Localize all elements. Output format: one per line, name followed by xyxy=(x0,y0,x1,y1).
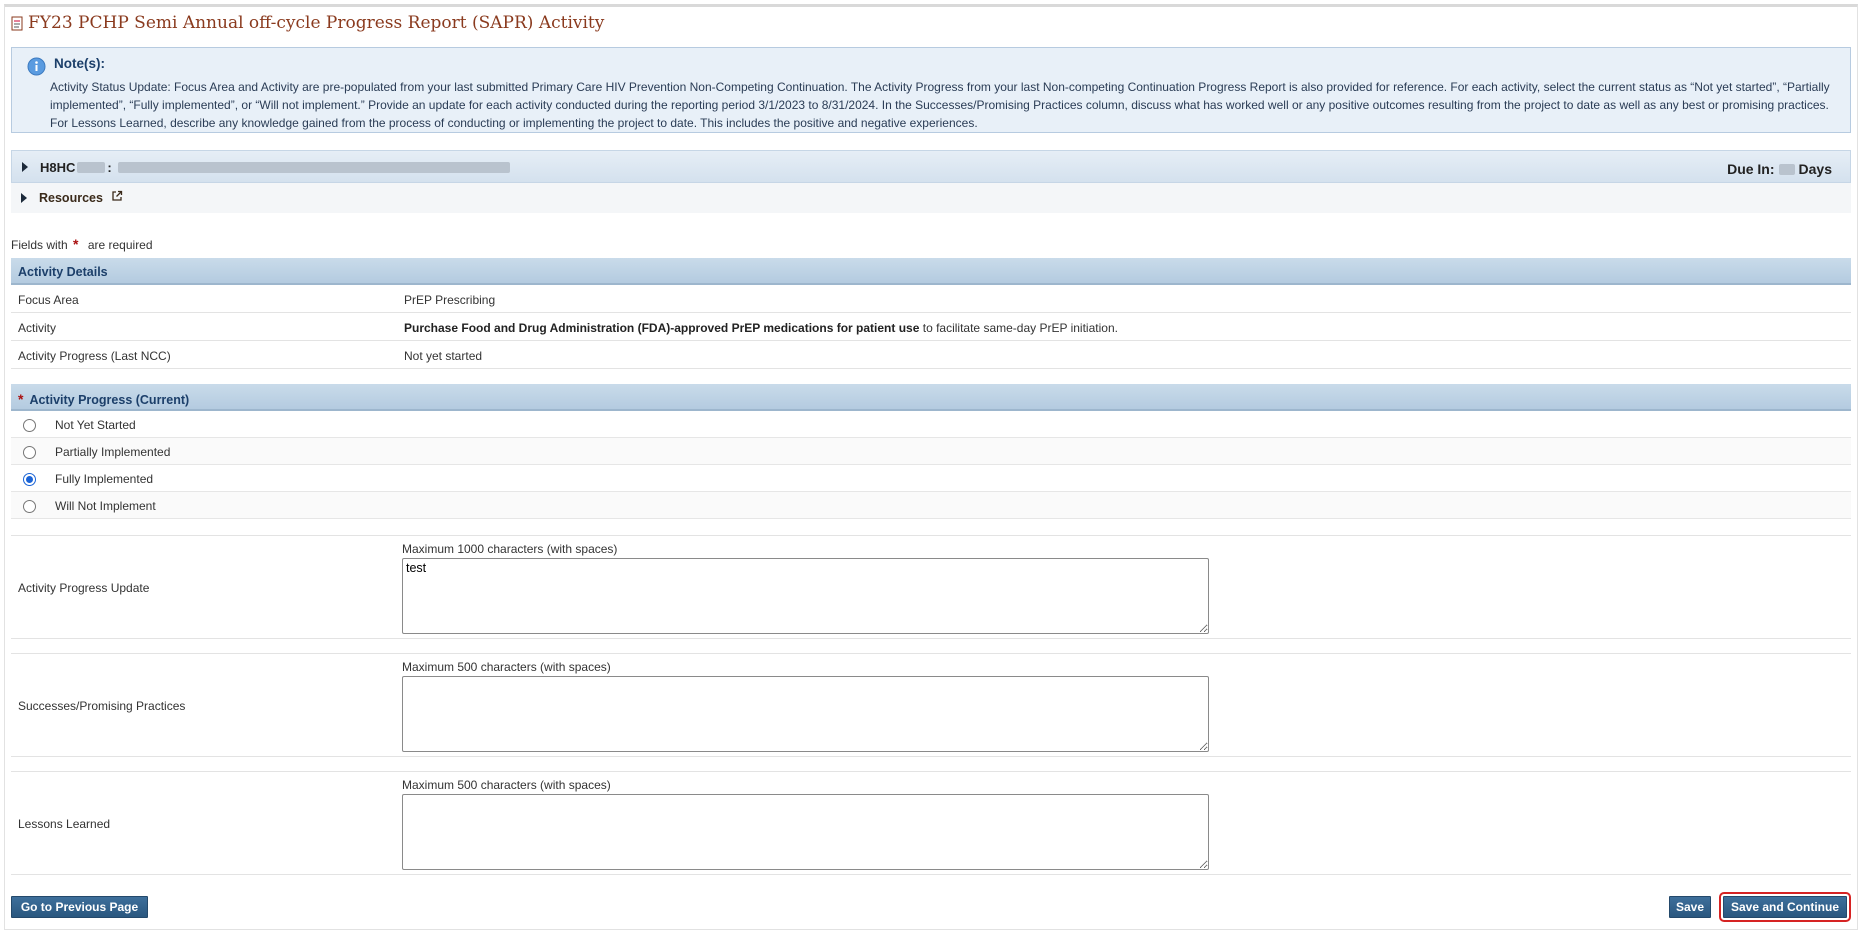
redacted-due-days xyxy=(1778,163,1795,175)
lessons-learned-section: Lessons Learned Maximum 500 characters (… xyxy=(11,771,1851,875)
field-label: Activity Progress Update xyxy=(18,581,150,595)
notes-panel: Note(s): Activity Status Update: Focus A… xyxy=(11,47,1851,133)
save-and-continue-button[interactable]: Save and Continue xyxy=(1719,892,1851,922)
detail-label: Activity Progress (Last NCC) xyxy=(18,349,171,363)
radio-label[interactable]: Partially Implemented xyxy=(55,445,170,459)
activity-progress-heading: * Activity Progress (Current) xyxy=(11,384,1851,411)
field-hint: Maximum 500 characters (with spaces) xyxy=(402,660,611,674)
radio-option-not-yet-started[interactable]: Not Yet Started xyxy=(11,411,1851,438)
grant-id-prefix: H8HC xyxy=(40,160,76,175)
detail-label: Activity xyxy=(18,321,57,335)
due-in-indicator: Due In: Days xyxy=(1727,161,1832,177)
detail-row-focus-area: Focus Area PrEP Prescribing xyxy=(11,285,1851,313)
detail-label: Focus Area xyxy=(18,293,79,307)
detail-value: Purchase Food and Drug Administration (F… xyxy=(404,321,1118,335)
radio-button[interactable] xyxy=(23,419,36,432)
required-note-suffix: are required xyxy=(87,238,153,252)
radio-option-partially-implemented[interactable]: Partially Implemented xyxy=(11,438,1851,465)
expand-caret-icon[interactable] xyxy=(22,162,28,172)
page-title-text: FY23 PCHP Semi Annual off-cycle Progress… xyxy=(28,13,605,33)
grant-header-bar[interactable]: H8HC : Due In: Days xyxy=(11,150,1851,183)
page-title: FY23 PCHP Semi Annual off-cycle Progress… xyxy=(11,11,604,35)
required-star: * xyxy=(73,236,79,252)
notes-title: Note(s): xyxy=(54,56,105,71)
radio-label[interactable]: Will Not Implement xyxy=(55,499,156,513)
activity-name-rest: to facilitate same-day PrEP initiation. xyxy=(919,321,1118,335)
radio-label[interactable]: Fully Implemented xyxy=(55,472,153,486)
resources-link[interactable]: Resources xyxy=(39,191,103,205)
document-icon xyxy=(11,16,23,30)
detail-row-last-ncc: Activity Progress (Last NCC) Not yet sta… xyxy=(11,341,1851,369)
radio-button[interactable] xyxy=(23,500,36,513)
expand-caret-icon[interactable] xyxy=(21,193,27,203)
radio-option-fully-implemented[interactable]: Fully Implemented xyxy=(11,465,1851,492)
required-note-prefix: Fields with xyxy=(11,238,68,252)
resources-bar[interactable]: Resources xyxy=(11,183,1851,213)
field-label: Successes/Promising Practices xyxy=(18,699,186,713)
lessons-learned-textarea[interactable] xyxy=(402,794,1209,870)
activity-details-heading: Activity Details xyxy=(11,258,1851,285)
save-button[interactable]: Save xyxy=(1669,896,1711,918)
activity-details-heading-text: Activity Details xyxy=(18,265,108,279)
detail-row-activity: Activity Purchase Food and Drug Administ… xyxy=(11,313,1851,341)
radio-button-selected[interactable] xyxy=(23,473,36,486)
detail-value: Not yet started xyxy=(404,349,483,363)
grant-identifier: H8HC : xyxy=(40,160,510,175)
radio-option-will-not-implement[interactable]: Will Not Implement xyxy=(11,492,1851,519)
notes-text: Activity Status Update: Focus Area and A… xyxy=(50,80,1830,130)
activity-progress-heading-text: Activity Progress (Current) xyxy=(29,393,190,407)
activity-progress-update-textarea[interactable]: test xyxy=(402,558,1209,634)
radio-button[interactable] xyxy=(23,446,36,459)
previous-page-button[interactable]: Go to Previous Page xyxy=(11,896,148,918)
grant-separator: : xyxy=(107,160,112,175)
field-hint: Maximum 1000 characters (with spaces) xyxy=(402,542,618,556)
required-star: * xyxy=(18,391,24,407)
external-link-icon[interactable] xyxy=(111,190,123,202)
radio-label[interactable]: Not Yet Started xyxy=(55,418,136,432)
successes-textarea[interactable] xyxy=(402,676,1209,752)
due-unit: Days xyxy=(1798,161,1832,177)
due-label: Due In: xyxy=(1727,161,1775,177)
activity-progress-update-section: Activity Progress Update Maximum 1000 ch… xyxy=(11,535,1851,639)
redacted-grant-title xyxy=(117,162,510,173)
required-fields-note: Fields with * are required xyxy=(11,236,153,252)
redacted-grant-number xyxy=(77,162,106,173)
successes-section: Successes/Promising Practices Maximum 50… xyxy=(11,653,1851,757)
activity-name-bold: Purchase Food and Drug Administration (F… xyxy=(404,321,920,335)
field-label: Lessons Learned xyxy=(18,817,111,831)
detail-value: PrEP Prescribing xyxy=(404,293,496,307)
info-icon xyxy=(27,57,46,76)
field-hint: Maximum 500 characters (with spaces) xyxy=(402,778,611,792)
